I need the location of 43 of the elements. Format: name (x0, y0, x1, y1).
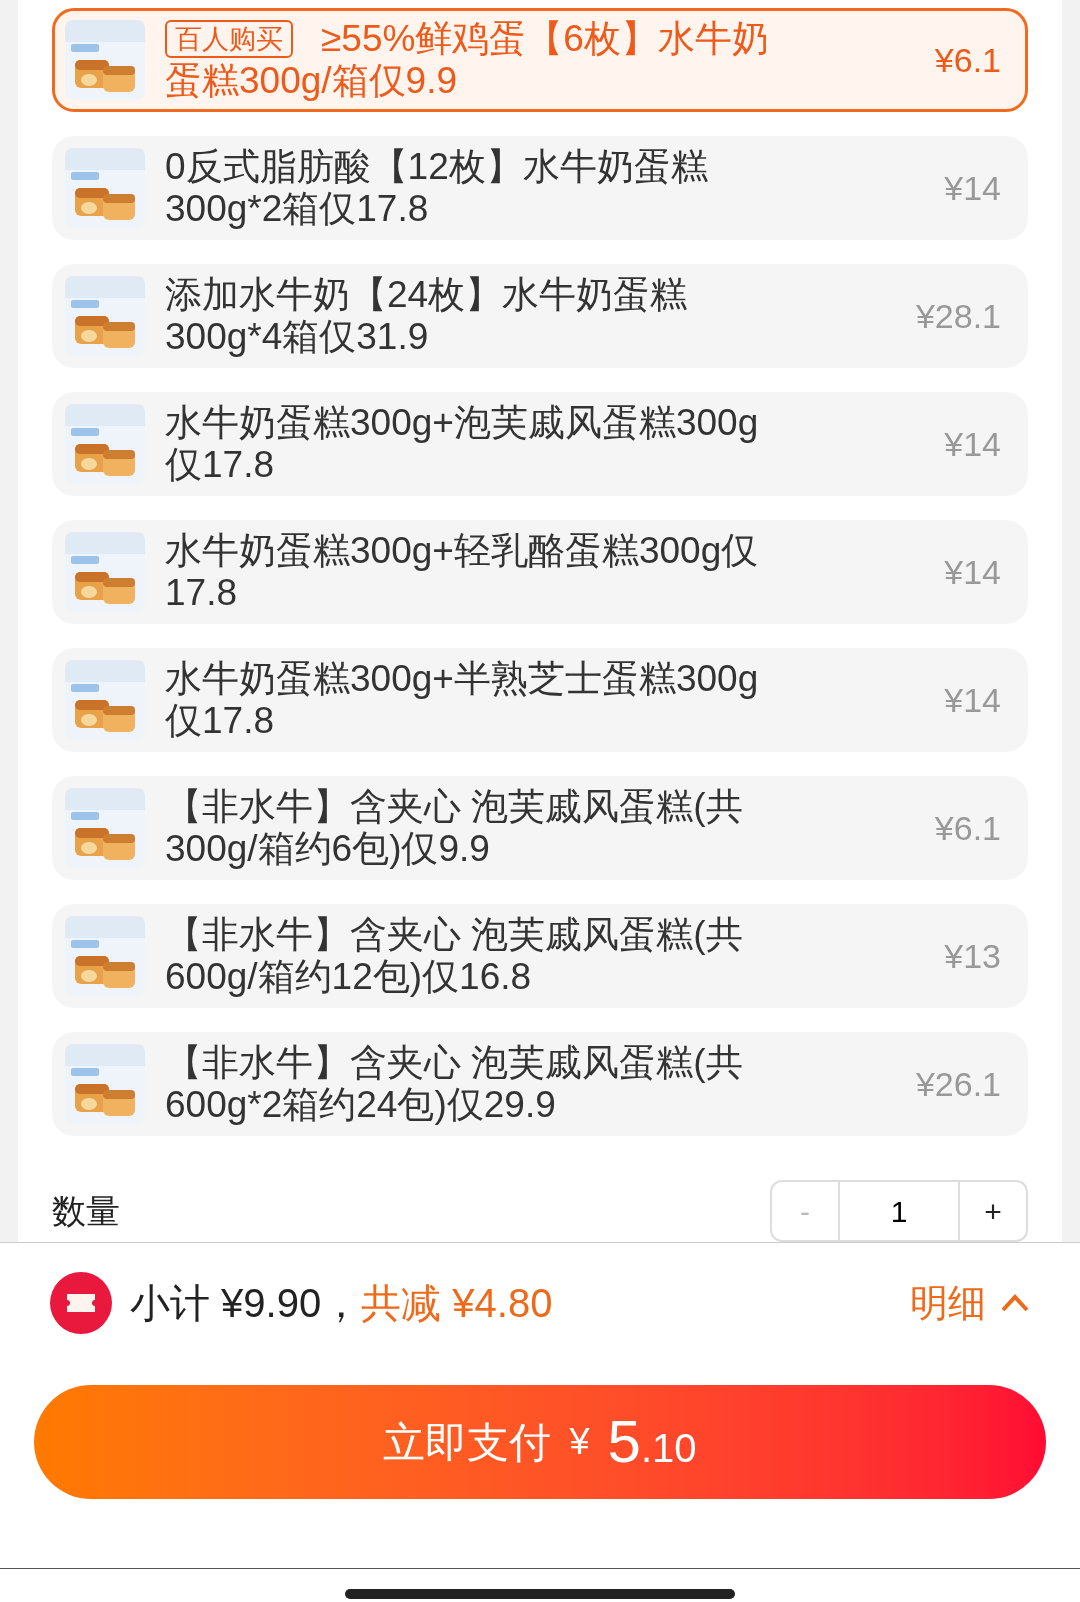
option-title: 添加水牛奶【24枚】水牛奶蛋糕 (165, 274, 688, 316)
option-title: 水牛奶蛋糕300g+轻乳酪蛋糕300g仅 (165, 530, 759, 572)
option-title: 300g*4箱仅31.9 (165, 316, 429, 358)
option-card[interactable]: 0反式脂肪酸【12枚】水牛奶蛋糕 300g*2箱仅17.8 ¥14 (52, 136, 1028, 240)
option-card[interactable]: 水牛奶蛋糕300g+泡芙戚风蛋糕300g 仅17.8 ¥14 (52, 392, 1028, 496)
option-card[interactable]: 添加水牛奶【24枚】水牛奶蛋糕 300g*4箱仅31.9 ¥28.1 (52, 264, 1028, 368)
option-title: 【非水牛】含夹心 泡芙戚风蛋糕(共 (165, 1042, 743, 1084)
option-title: 600g*2箱约24包)仅29.9 (165, 1084, 556, 1126)
option-price: ¥13 (944, 935, 1001, 977)
option-card[interactable]: 【非水牛】含夹心 泡芙戚风蛋糕(共 300g/箱约6包)仅9.9 ¥6.1 (52, 776, 1028, 880)
option-title: 蛋糕300g/箱仅9.9 (165, 60, 458, 102)
option-price: ¥14 (944, 679, 1001, 721)
option-price: ¥26.1 (915, 1063, 1001, 1105)
discount-text: 共减 ¥4.80 (361, 1280, 553, 1327)
option-title: 17.8 (165, 572, 237, 614)
option-title: 【非水牛】含夹心 泡芙戚风蛋糕(共 (165, 786, 743, 828)
option-card[interactable]: 【非水牛】含夹心 泡芙戚风蛋糕(共 600g/箱约12包)仅16.8 ¥13 (52, 904, 1028, 1008)
option-price: ¥6.1 (934, 39, 1001, 81)
option-card[interactable]: 【非水牛】含夹心 泡芙戚风蛋糕(共 600g*2箱约24包)仅29.9 ¥26.1 (52, 1032, 1028, 1136)
badge: 百人购买 (165, 20, 293, 58)
quantity-label: 数量 (52, 1190, 120, 1232)
option-title: 水牛奶蛋糕300g+泡芙戚风蛋糕300g (165, 402, 759, 444)
subtotal-text: 小计 ¥9.90， (130, 1280, 362, 1327)
option-price: ¥14 (944, 423, 1001, 465)
option-card[interactable]: 水牛奶蛋糕300g+轻乳酪蛋糕300g仅 17.8 ¥14 (52, 520, 1028, 624)
option-card[interactable]: 水牛奶蛋糕300g+半熟芝士蛋糕300g 仅17.8 ¥14 (52, 648, 1028, 752)
option-title: 300g/箱约6包)仅9.9 (165, 828, 490, 870)
option-price: ¥6.1 (934, 807, 1001, 849)
quantity-field[interactable]: 1 (838, 1182, 960, 1240)
increase-button[interactable]: + (960, 1182, 1026, 1240)
chevron-up-icon (1000, 1293, 1030, 1313)
option-price: ¥28.1 (915, 295, 1001, 337)
option-title: 仅17.8 (165, 444, 274, 486)
option-title: 300g*2箱仅17.8 (165, 188, 429, 230)
option-title: 0反式脂肪酸【12枚】水牛奶蛋糕 (165, 146, 708, 188)
option-title: 水牛奶蛋糕300g+半熟芝士蛋糕300g (165, 658, 759, 700)
option-title: ≥55%鲜鸡蛋【6枚】水牛奶 (321, 18, 769, 60)
option-price: ¥14 (944, 551, 1001, 593)
option-title: 600g/箱约12包)仅16.8 (165, 956, 532, 998)
option-title: 仅17.8 (165, 700, 274, 742)
option-price: ¥14 (944, 167, 1001, 209)
coupon-icon (50, 1272, 112, 1334)
option-title: 【非水牛】含夹心 泡芙戚风蛋糕(共 (165, 914, 743, 956)
